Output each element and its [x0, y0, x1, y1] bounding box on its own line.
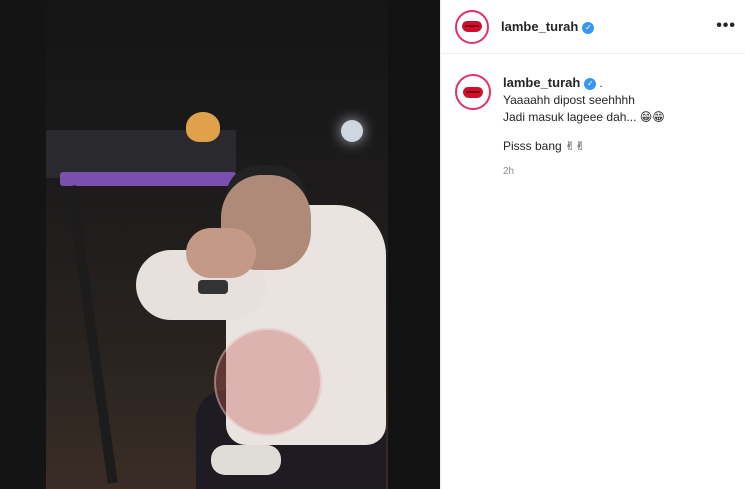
media-letterbox-right: [388, 0, 440, 489]
person-shoe: [211, 445, 281, 475]
post-username-text[interactable]: lambe_turah: [501, 19, 578, 34]
caption-line-2: Jadi masuk lageee dah...: [503, 110, 637, 124]
caption-avatar[interactable]: [455, 74, 491, 110]
avatar[interactable]: [455, 9, 489, 44]
keyboard-light: [60, 172, 236, 186]
grin-emoji-icon: 😁😁: [639, 110, 665, 124]
lips-logo-icon: [463, 86, 483, 98]
wristwatch: [198, 280, 228, 294]
caption: lambe_turah ✓. Yaaaahh dipost seehhhh Jad…: [455, 74, 735, 180]
caption-username[interactable]: lambe_turah: [503, 75, 580, 90]
media-letterbox-left: [0, 0, 46, 489]
lips-logo-icon: [462, 21, 482, 32]
video-frame: [46, 0, 388, 489]
post-username[interactable]: lambe_turah ✓: [501, 19, 595, 34]
more-options-icon[interactable]: •••: [716, 17, 736, 35]
post-media[interactable]: [0, 0, 440, 489]
post-header: lambe_turah ✓ •••: [441, 0, 745, 54]
stage-light: [341, 120, 363, 142]
watermark-logo: [214, 328, 322, 436]
person-hands: [186, 228, 256, 278]
verified-badge-icon: ✓: [582, 21, 595, 34]
post-timestamp[interactable]: 2h: [503, 163, 665, 180]
musician-head: [186, 112, 220, 142]
post-side-panel: lambe_turah ✓ ••• lambe_turah ✓. Yaaaahh d…: [440, 0, 745, 489]
keyboard-stand: [66, 185, 118, 484]
caption-suffix: .: [599, 76, 603, 90]
caption-line-1: Yaaaahh dipost seehhhh: [503, 93, 635, 107]
caption-body: lambe_turah ✓. Yaaaahh dipost seehhhh Jad…: [503, 74, 665, 180]
caption-line-3: Pisss bang: [503, 139, 562, 153]
peace-hand-emoji-icon: ✌✌: [565, 139, 586, 153]
verified-badge-icon: ✓: [584, 77, 597, 90]
